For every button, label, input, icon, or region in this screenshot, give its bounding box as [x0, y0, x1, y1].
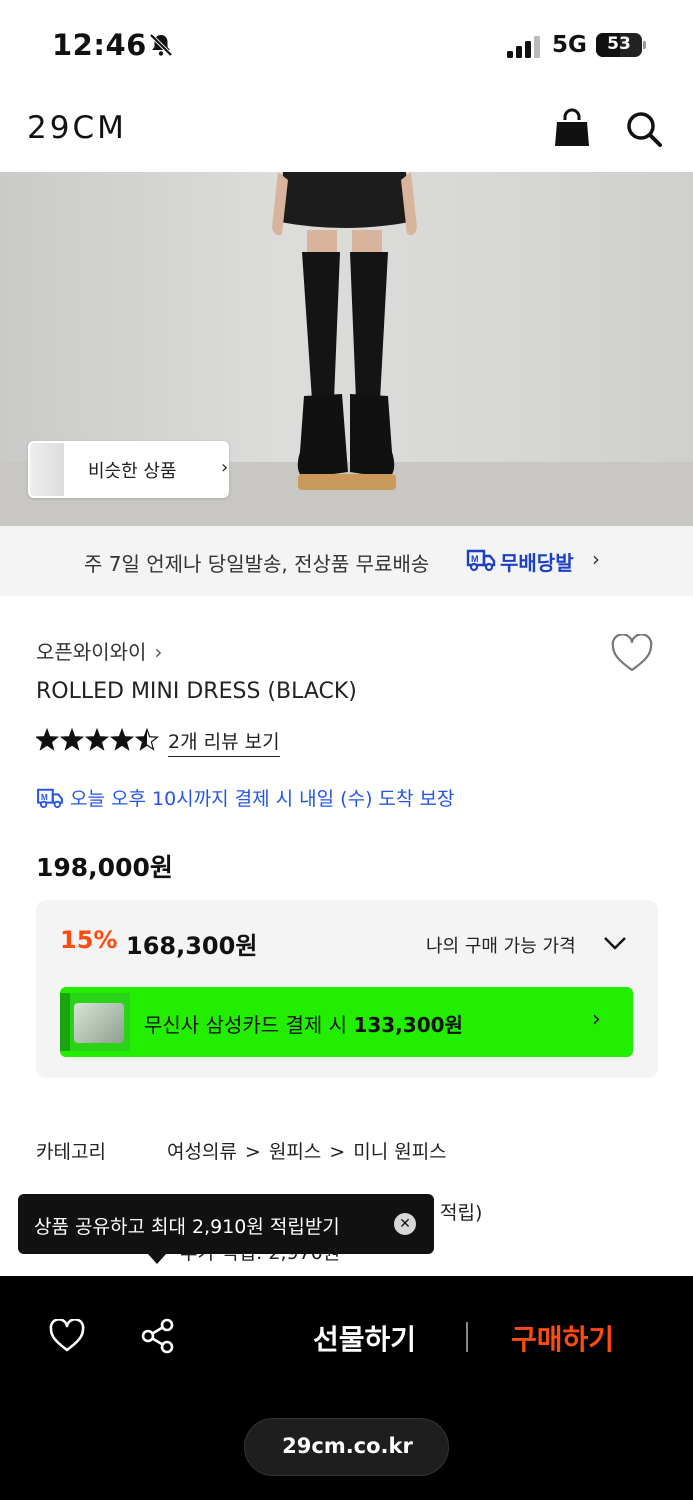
delivery-guarantee: M 오늘 오후 10시까지 결제 시 내일 (수) 도착 보장: [36, 784, 454, 811]
heart-icon[interactable]: [48, 1319, 86, 1353]
similar-thumbnail: [30, 443, 64, 496]
close-icon[interactable]: ✕: [394, 1213, 416, 1235]
network-type: 5G: [552, 32, 587, 58]
status-bar: 12:46 5G 53: [0, 0, 693, 92]
rating-stars: [36, 728, 160, 751]
brand-link[interactable]: 오픈와이와이 ›: [36, 636, 162, 665]
price-box: 15% 168,300원 나의 구매 가능 가격 무신사 삼성카드 결제 시 1…: [36, 900, 658, 1078]
category-row: 카테고리 여성의류 > 원피스 > 미니 원피스: [36, 1137, 447, 1164]
chevron-right-icon: ›: [592, 547, 600, 571]
delivery-truck-icon: M: [37, 788, 63, 809]
share-icon[interactable]: [140, 1318, 176, 1354]
shipping-text: 주 7일 언제나 당일발송, 전상품 무료배송: [84, 552, 430, 576]
chevron-down-icon[interactable]: [602, 932, 628, 954]
star-fill: [111, 729, 133, 750]
app-header: 29CM: [0, 92, 693, 172]
product-name: ROLLED MINI DRESS (BLACK): [36, 679, 357, 704]
chevron-right-icon: ›: [154, 640, 163, 664]
promo-text: 무신사 삼성카드 결제 시 133,300원: [144, 1013, 463, 1037]
bottom-action-bar: 선물하기 구매하기 29cm.co.kr: [0, 1276, 693, 1500]
svg-text:M: M: [41, 793, 48, 802]
similar-products-button[interactable]: 비슷한 상품 ›: [28, 441, 229, 498]
discount-rate: 15%: [60, 926, 118, 954]
star-fill: [61, 729, 83, 750]
category-crumb[interactable]: 미니 원피스: [353, 1141, 446, 1163]
browser-url-bar[interactable]: 29cm.co.kr: [244, 1418, 449, 1476]
buy-button[interactable]: 구매하기: [511, 1318, 614, 1358]
gift-button[interactable]: 선물하기: [313, 1318, 416, 1358]
share-tooltip: 상품 공유하고 최대 2,910원 적립받기 ✕: [18, 1194, 434, 1264]
category-label: 카테고리: [36, 1141, 106, 1163]
product-image[interactable]: 비슷한 상품 ›: [0, 172, 693, 526]
status-time: 12:46: [52, 28, 147, 62]
bell-slash-icon: [149, 33, 173, 57]
wishlist-heart-icon[interactable]: [610, 634, 654, 674]
category-crumb[interactable]: 여성의류: [167, 1141, 237, 1163]
card-image: [60, 993, 130, 1051]
star-fill: [36, 729, 58, 750]
battery-level: 53: [607, 34, 631, 54]
chevron-right-icon: ›: [221, 457, 229, 478]
brand-name: 오픈와이와이: [36, 640, 147, 664]
sale-price: 168,300원: [126, 932, 258, 960]
similar-products-label: 비슷한 상품: [88, 461, 177, 482]
category-crumb[interactable]: 원피스: [269, 1141, 321, 1163]
points-text: 적립): [440, 1202, 483, 1224]
my-price-toggle[interactable]: 나의 구매 가능 가격: [426, 932, 576, 958]
search-icon[interactable]: [625, 110, 663, 148]
shipping-brand: 무배당발: [500, 551, 574, 575]
original-price: 198,000원: [36, 853, 173, 882]
signal-icon: [507, 36, 540, 58]
shipping-banner[interactable]: 주 7일 언제나 당일발송, 전상품 무료배송 M 무배당발 ›: [0, 526, 693, 596]
shopping-bag-icon[interactable]: [554, 108, 590, 148]
promo-price: 133,300원: [353, 1013, 463, 1037]
url-text: 29cm.co.kr: [282, 1434, 413, 1458]
brand-logo[interactable]: 29CM: [27, 110, 127, 146]
battery-icon: 53: [596, 33, 646, 57]
tooltip-text: 상품 공유하고 최대 2,910원 적립받기: [34, 1216, 340, 1238]
card-promo-banner[interactable]: 무신사 삼성카드 결제 시 133,300원 ›: [60, 987, 633, 1057]
chevron-right-icon: ›: [592, 1007, 601, 1032]
delivery-text: 오늘 오후 10시까지 결제 시 내일 (수) 도착 보장: [70, 788, 455, 810]
delivery-truck-icon: M: [466, 549, 496, 572]
svg-text:M: M: [471, 554, 479, 564]
star-fill: [86, 729, 108, 750]
review-link[interactable]: 2개 리뷰 보기: [168, 727, 280, 757]
divider: [466, 1322, 468, 1352]
